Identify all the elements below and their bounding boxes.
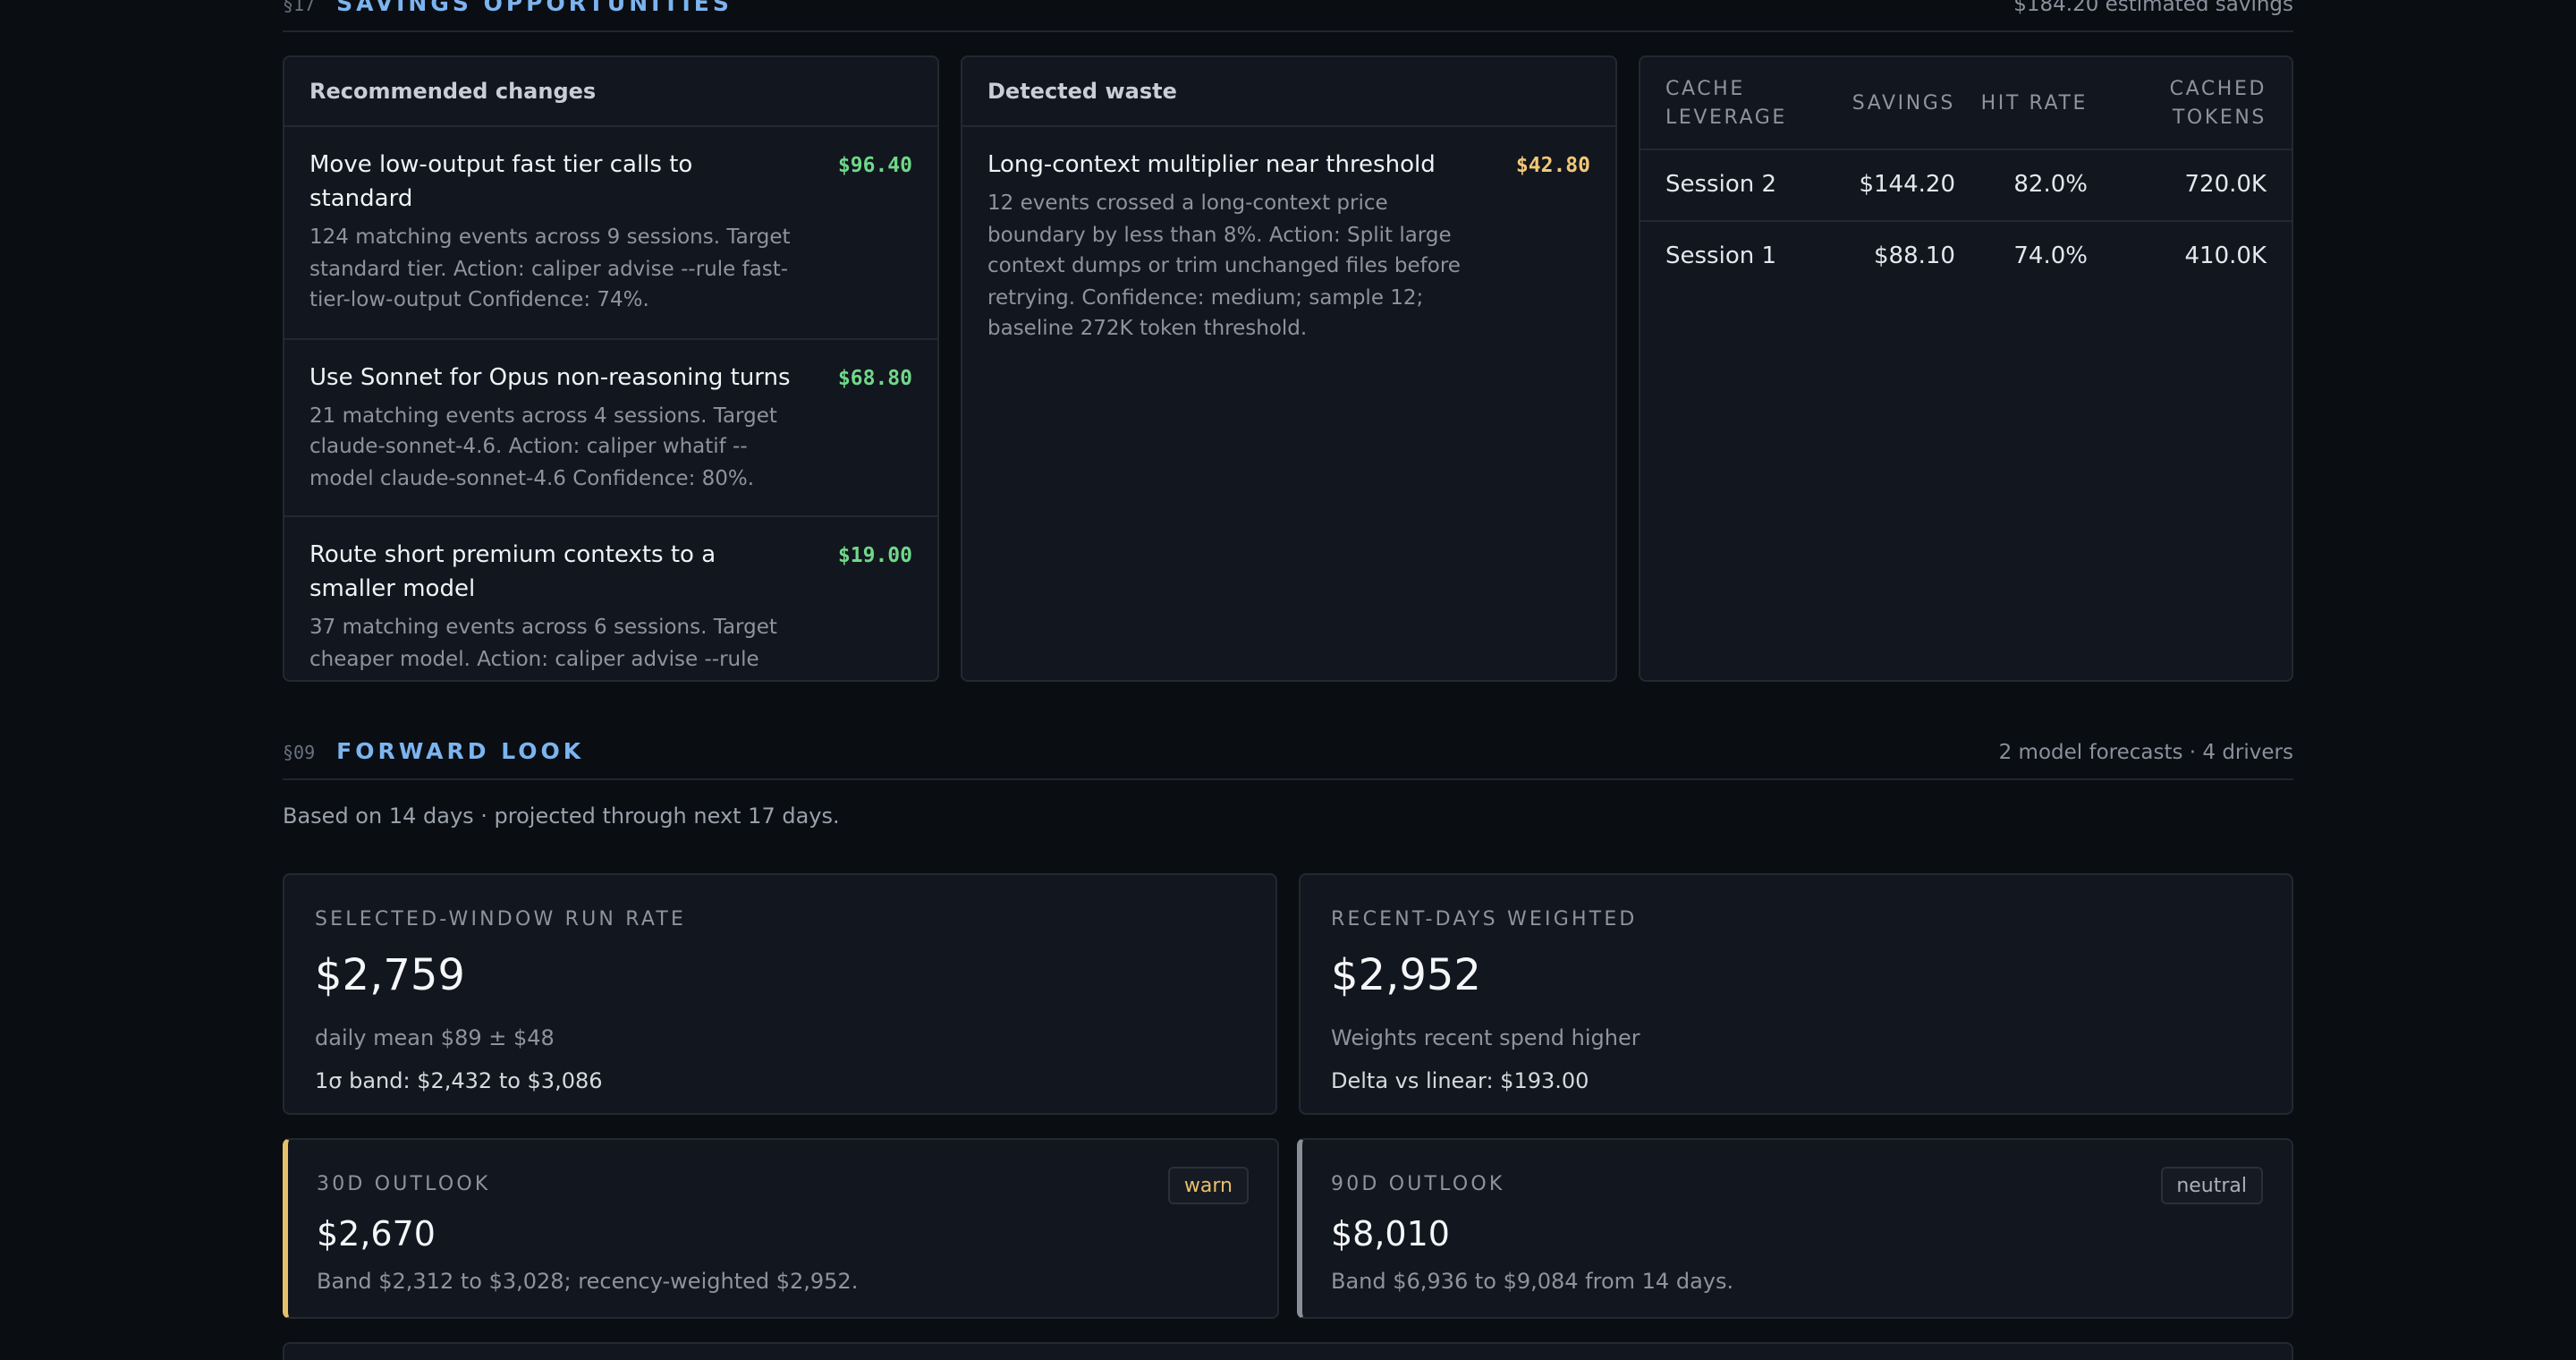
card-value: $2,759 bbox=[315, 950, 465, 1000]
recommendation-title: Use Sonnet for Opus non-reasoning turns bbox=[309, 364, 791, 391]
column-header-cached-tokens[interactable]: CACHED TOKENS bbox=[2113, 57, 2292, 150]
card-value: $2,670 bbox=[317, 1215, 436, 1254]
card-label: 90D OUTLOOK bbox=[1331, 1172, 1505, 1195]
outlook-90d-card: 90D OUTLOOK neutral $8,010 Band $6,936 t… bbox=[1297, 1138, 2293, 1319]
section-number: §09 bbox=[283, 744, 316, 764]
cell-cached-tokens: 720.0K bbox=[2113, 149, 2292, 222]
cache-leverage-panel: CACHE LEVERAGE SAVINGS HIT RATE CACHED T… bbox=[1639, 55, 2293, 682]
card-subtext: daily mean $89 ± $48 bbox=[315, 1025, 555, 1050]
cell-savings: $144.20 bbox=[1837, 149, 1980, 222]
card-description: Band $6,936 to $9,084 from 14 days. bbox=[1331, 1269, 1734, 1294]
waste-title: Long-context multiplier near threshold bbox=[987, 152, 1436, 179]
outlook-30d-card: 30D OUTLOOK warn $2,670 Band $2,312 to $… bbox=[283, 1138, 1279, 1319]
forward-basis-note: Based on 14 days · projected through nex… bbox=[283, 803, 840, 829]
recommendation-desc: 124 matching events across 9 sessions. T… bbox=[309, 224, 791, 311]
recommendation-desc: 21 matching events across 4 sessions. Ta… bbox=[309, 402, 777, 489]
cell-cached-tokens: 410.0K bbox=[2184, 243, 2267, 271]
forward-summary: 2 model forecasts · 4 drivers bbox=[1998, 738, 2293, 763]
recent-weighted-card: RECENT-DAYS WEIGHTED $2,952 Weights rece… bbox=[1299, 873, 2293, 1115]
next-card-partial bbox=[283, 1342, 2293, 1360]
card-value: $2,952 bbox=[1331, 950, 1481, 1000]
waste-amount: $42.80 bbox=[1515, 152, 1590, 177]
savings-section-header: §17 SAVINGS OPPORTUNITIES $184.20 estima… bbox=[283, 0, 2293, 32]
panel-heading: Detected waste bbox=[962, 57, 1615, 127]
cache-leverage-table: CACHE LEVERAGE SAVINGS HIT RATE CACHED T… bbox=[1640, 57, 2292, 293]
table-row[interactable]: Session 1 $88.10 74.0% 410.0K bbox=[1640, 221, 2292, 293]
cell-hit-rate: 74.0% bbox=[2013, 243, 2088, 271]
savings-summary: $184.20 estimated savings bbox=[2013, 0, 2293, 15]
cell-session: Session 1 bbox=[1665, 243, 1777, 271]
cell-hit-rate: 82.0% bbox=[1980, 149, 2113, 222]
detected-waste-panel: Detected waste Long-context multiplier n… bbox=[961, 55, 1617, 682]
cell-session: Session 2 bbox=[1640, 149, 1837, 222]
card-label: RECENT-DAYS WEIGHTED bbox=[1331, 907, 1638, 931]
card-delta: Delta vs linear: $193.00 bbox=[1331, 1068, 1589, 1093]
table-header-row: CACHE LEVERAGE SAVINGS HIT RATE CACHED T… bbox=[1640, 57, 2292, 150]
recommendation-amount: $96.40 bbox=[837, 152, 912, 177]
cell-savings: $88.10 bbox=[1874, 243, 1955, 271]
panel-heading: Recommended changes bbox=[284, 57, 937, 127]
column-header-savings[interactable]: SAVINGS bbox=[1837, 57, 1980, 150]
recommendation-title: Move low-output fast tier calls to stand… bbox=[309, 152, 693, 213]
card-label: 30D OUTLOOK bbox=[317, 1172, 491, 1195]
table-row[interactable]: Session 2 $144.20 82.0% 720.0K bbox=[1640, 149, 2292, 222]
forward-section-header: §09 FORWARD LOOK 2 model forecasts · 4 d… bbox=[283, 723, 2293, 780]
recommendation-item[interactable]: Move low-output fast tier calls to stand… bbox=[284, 127, 937, 339]
column-header-cache-leverage[interactable]: CACHE LEVERAGE bbox=[1640, 57, 1837, 150]
card-band: 1σ band: $2,432 to $3,086 bbox=[315, 1068, 603, 1093]
savings-panels: Recommended changes Move low-output fast… bbox=[283, 55, 2293, 682]
recommendation-amount: $68.80 bbox=[837, 364, 912, 389]
card-description: Band $2,312 to $3,028; recency-weighted … bbox=[317, 1269, 859, 1294]
column-header-hit-rate[interactable]: HIT RATE bbox=[1980, 57, 2113, 150]
card-value: $8,010 bbox=[1331, 1215, 1450, 1254]
page: §17 SAVINGS OPPORTUNITIES $184.20 estima… bbox=[0, 0, 2576, 1360]
recommendation-desc: 37 matching events across 6 sessions. Ta… bbox=[309, 614, 777, 680]
card-label: SELECTED-WINDOW RUN RATE bbox=[315, 907, 687, 931]
status-badge: neutral bbox=[2160, 1167, 2263, 1204]
section-title: FORWARD LOOK bbox=[336, 737, 585, 764]
recommendation-item[interactable]: Route short premium contexts to a smalle… bbox=[284, 517, 937, 680]
status-badge: warn bbox=[1167, 1167, 1249, 1204]
recommendation-amount: $19.00 bbox=[837, 542, 912, 567]
run-rate-card: SELECTED-WINDOW RUN RATE $2,759 daily me… bbox=[283, 873, 1277, 1115]
section-title: SAVINGS OPPORTUNITIES bbox=[336, 0, 733, 16]
recommendation-title: Route short premium contexts to a smalle… bbox=[309, 542, 716, 603]
waste-desc: 12 events crossed a long-context price b… bbox=[987, 190, 1461, 340]
section-number: §17 bbox=[283, 0, 316, 16]
recommended-changes-panel: Recommended changes Move low-output fast… bbox=[283, 55, 939, 682]
card-subtext: Weights recent spend higher bbox=[1331, 1025, 1640, 1050]
recommendation-item[interactable]: Use Sonnet for Opus non-reasoning turns … bbox=[284, 339, 937, 517]
waste-item[interactable]: Long-context multiplier near threshold 1… bbox=[962, 127, 1615, 366]
